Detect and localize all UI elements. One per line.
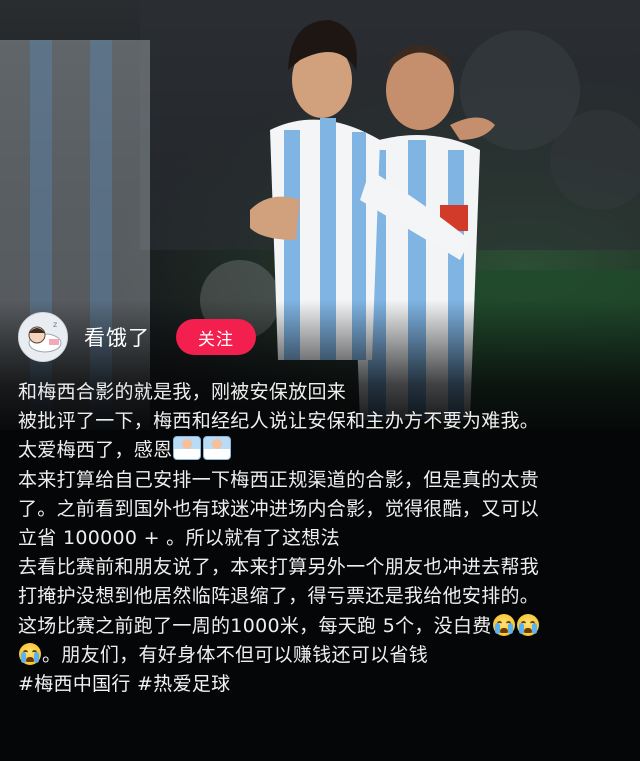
post-line: 本来打算给自己安排一下梅西正规渠道的合影，但是真的太贵 [18,468,540,491]
post-line: 这场比赛之前跑了一周的1000米，每天跑 5个，没白费 [18,612,628,641]
cartoon-avatar-icon[interactable]: z [18,312,68,362]
post-line: 立省 100000 + 。所以就有了这想法 [18,526,340,549]
post-line-text: 。朋友们，有好身体不但可以赚钱还可以省钱 [42,643,429,666]
crying-face-emoji-icon [19,642,41,665]
post-line: 去看比赛前和朋友说了，本来打算另外一个朋友也冲进去帮我 [18,556,540,579]
crying-face-emoji-icon [492,613,515,636]
post-line: 打掩护没想到他居然临阵退缩了，得亏票还是我给他安排的。 [18,585,540,608]
author-row: z 看饿了 关注 [18,312,256,362]
post-line-text: 太爱梅西了，感恩 [18,439,173,462]
post-line: 太爱梅西了，感恩 [18,436,628,465]
post-photo[interactable] [0,0,640,430]
author-username[interactable]: 看饿了 [84,322,150,352]
bathtub-emoji-icon [173,436,202,461]
post-line: 和梅西合影的就是我，刚被安保放回来 [18,381,347,403]
post-text: 和梅西合影的就是我，刚被安保放回来 被批评了一下，梅西和经纪人说让安保和主办方不… [18,378,628,699]
post-line-text: 这场比赛之前跑了一周的1000米，每天跑 5个，没白费 [18,614,492,637]
crying-face-emoji-icon [516,613,539,636]
follow-button[interactable]: 关注 [176,319,256,355]
post-line: 了。之前看到国外也有球迷冲进场内合影，觉得很酷，又可以 [18,497,540,520]
bathtub-emoji-icon [203,436,232,461]
svg-text:z: z [53,320,57,329]
hashtag-links[interactable]: #梅西中国行 #热爱足球 [18,670,628,699]
post-line: 。朋友们，有好身体不但可以赚钱还可以省钱 [18,641,628,670]
post-line: 被批评了一下，梅西和经纪人说让安保和主办方不要为难我。 [18,410,540,433]
